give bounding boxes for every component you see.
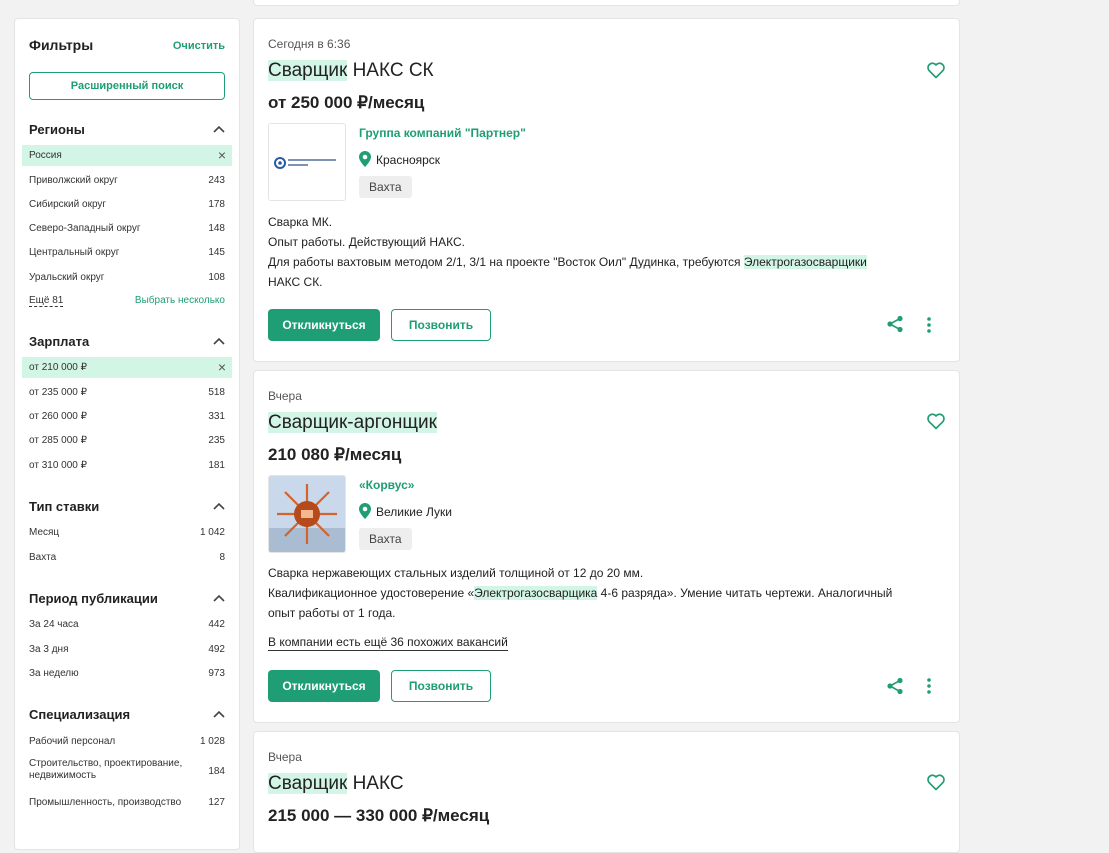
- partner-logo-icon: [274, 157, 336, 169]
- filters-title: Фильтры: [29, 37, 94, 53]
- more-regions-link[interactable]: Ещё 81: [29, 295, 64, 307]
- salary-item[interactable]: от 285 000 ₽235: [22, 430, 232, 451]
- chevron-up-icon[interactable]: [213, 336, 225, 346]
- apply-button[interactable]: Откликнуться: [268, 309, 380, 341]
- region-selected[interactable]: Россия ×: [22, 145, 232, 166]
- share-icon[interactable]: [886, 677, 904, 695]
- pick-several-link[interactable]: Выбрать несколько: [135, 295, 225, 306]
- chevron-up-icon[interactable]: [213, 124, 225, 134]
- advanced-search-button[interactable]: Расширенный поиск: [29, 72, 225, 100]
- call-button[interactable]: Позвонить: [391, 670, 491, 702]
- call-button[interactable]: Позвонить: [391, 309, 491, 341]
- company-name-link[interactable]: «Корвус»: [359, 478, 414, 492]
- vacancy-title-link[interactable]: Сварщик НАКС СК: [268, 60, 434, 82]
- specialization-item[interactable]: Строительство, проектирование, недвижимо…: [22, 756, 232, 790]
- rate-type-title[interactable]: Тип ставки: [29, 499, 99, 514]
- salary: 215 000 — 330 000 ₽/месяц: [268, 806, 490, 825]
- heart-icon[interactable]: [926, 60, 946, 80]
- chevron-up-icon[interactable]: [213, 709, 225, 719]
- period-item[interactable]: За неделю 973: [22, 663, 232, 684]
- vacancy-title-link[interactable]: Сварщик-аргонщик: [268, 412, 437, 434]
- salary-item[interactable]: от 260 000 ₽331: [22, 406, 232, 427]
- rate-type-item[interactable]: Месяц 1 042: [22, 522, 232, 543]
- location: Красноярск: [359, 151, 440, 167]
- salary-selected[interactable]: от 210 000 ₽ ×: [22, 357, 232, 378]
- filters-panel: Фильтры Очистить Расширенный поиск Регио…: [14, 18, 240, 850]
- publish-date: Вчера: [268, 389, 302, 403]
- vacancy-card: Сегодня в 6:36 Сварщик НАКС СК от 250 00…: [253, 18, 960, 362]
- regions-title[interactable]: Регионы: [29, 122, 85, 137]
- close-icon[interactable]: ×: [218, 145, 226, 166]
- company-logo[interactable]: [268, 123, 346, 201]
- close-icon[interactable]: ×: [218, 357, 226, 378]
- vacancy-description: Сварка нержавеющих стальных изделий толщ…: [268, 566, 893, 620]
- region-item[interactable]: Уральский округ 108: [22, 267, 232, 288]
- specialization-item[interactable]: Рабочий персонал 1 028: [22, 731, 232, 752]
- salary-item[interactable]: от 235 000 ₽518: [22, 382, 232, 403]
- publish-date: Сегодня в 6:36: [268, 37, 351, 51]
- heart-icon[interactable]: [926, 411, 946, 431]
- region-item[interactable]: Северо-Западный округ 148: [22, 218, 232, 239]
- similar-vacancies-link[interactable]: В компании есть ещё 36 похожих вакансий: [268, 634, 508, 651]
- period-item[interactable]: За 3 дня 492: [22, 639, 232, 660]
- region-item[interactable]: Сибирский округ 178: [22, 194, 232, 215]
- salary: 210 080 ₽/месяц: [268, 445, 402, 464]
- salary-title[interactable]: Зарплата: [29, 334, 89, 349]
- korvus-logo-icon: [269, 476, 345, 552]
- schedule-badge: Вахта: [359, 176, 412, 198]
- period-item[interactable]: За 24 часа 442: [22, 614, 232, 635]
- rate-type-item[interactable]: Вахта 8: [22, 547, 232, 568]
- vacancy-description: Сварка МК. Опыт работы. Действующий НАКС…: [268, 215, 867, 289]
- region-item[interactable]: Центральный округ 145: [22, 242, 232, 263]
- salary-item[interactable]: от 310 000 ₽181: [22, 455, 232, 476]
- share-icon[interactable]: [886, 315, 904, 333]
- location: Великие Луки: [359, 503, 452, 519]
- salary: от 250 000 ₽/месяц: [268, 93, 425, 112]
- company-logo[interactable]: [268, 475, 346, 553]
- period-title[interactable]: Период публикации: [29, 591, 158, 606]
- top-card-edge: [253, 0, 960, 6]
- heart-icon[interactable]: [926, 772, 946, 792]
- chevron-up-icon[interactable]: [213, 593, 225, 603]
- map-pin-icon: [359, 503, 371, 519]
- specialization-item[interactable]: Промышленность, производство 127: [22, 792, 232, 813]
- chevron-up-icon[interactable]: [213, 501, 225, 511]
- more-options-icon[interactable]: [926, 677, 932, 695]
- company-name-link[interactable]: Группа компаний "Партнер": [359, 126, 526, 140]
- region-item[interactable]: Приволжский округ 243: [22, 170, 232, 191]
- map-pin-icon: [359, 151, 371, 167]
- vacancy-card: Вчера Сварщик НАКС 215 000 — 330 000 ₽/м…: [253, 731, 960, 853]
- clear-filters-link[interactable]: Очистить: [173, 40, 225, 52]
- publish-date: Вчера: [268, 750, 302, 764]
- specialization-title[interactable]: Специализация: [29, 707, 130, 722]
- more-options-icon[interactable]: [926, 316, 932, 334]
- vacancy-title-link[interactable]: Сварщик НАКС: [268, 773, 404, 795]
- schedule-badge: Вахта: [359, 528, 412, 550]
- vacancy-card: Вчера Сварщик-аргонщик 210 080 ₽/месяц «…: [253, 370, 960, 723]
- apply-button[interactable]: Откликнуться: [268, 670, 380, 702]
